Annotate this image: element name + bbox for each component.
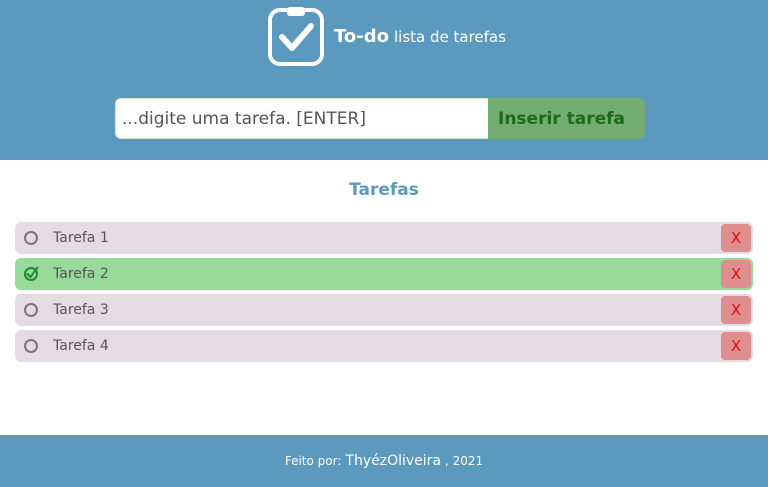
brand: To-do lista de tarefas: [268, 6, 506, 66]
delete-task-button[interactable]: X: [721, 296, 751, 324]
delete-task-button[interactable]: X: [721, 332, 751, 360]
task-item[interactable]: Tarefa 2 X: [15, 258, 753, 290]
brand-title: To-do lista de tarefas: [334, 26, 506, 47]
task-input[interactable]: [115, 98, 488, 139]
task-input-row: Inserir tarefa: [115, 98, 645, 139]
task-label: Tarefa 2: [53, 266, 109, 282]
radio-unchecked-icon[interactable]: [23, 302, 39, 318]
footer-author-link[interactable]: ThyézOliveira: [345, 453, 441, 469]
footer-year: , 2021: [444, 454, 484, 468]
insert-task-button[interactable]: Inserir tarefa: [488, 98, 645, 139]
task-item[interactable]: Tarefa 3 X: [15, 294, 753, 326]
task-item[interactable]: Tarefa 4 X: [15, 330, 753, 362]
delete-task-button[interactable]: X: [721, 224, 751, 252]
task-item[interactable]: Tarefa 1 X: [15, 222, 753, 254]
task-label: Tarefa 3: [53, 302, 109, 318]
radio-unchecked-icon[interactable]: [23, 338, 39, 354]
footer-prefix: Feito por:: [284, 454, 342, 468]
clipboard-check-icon: [268, 7, 324, 66]
task-list: Tarefa 1 X Tarefa 2 X Tarefa 3 X Tarefa …: [15, 222, 753, 366]
brand-bold: To-do: [334, 25, 389, 47]
check-circle-icon[interactable]: [23, 266, 39, 282]
task-label: Tarefa 1: [53, 230, 109, 246]
delete-task-button[interactable]: X: [721, 260, 751, 288]
section-title: Tarefas: [349, 180, 419, 200]
header: To-dolista de tarefas Inserir tarefa: [0, 0, 768, 160]
footer: Feito por: ThyézOliveira , 2021: [0, 435, 768, 487]
task-label: Tarefa 4: [53, 338, 109, 354]
radio-unchecked-icon[interactable]: [23, 230, 39, 246]
brand-subtitle: lista de tarefas: [393, 27, 506, 46]
